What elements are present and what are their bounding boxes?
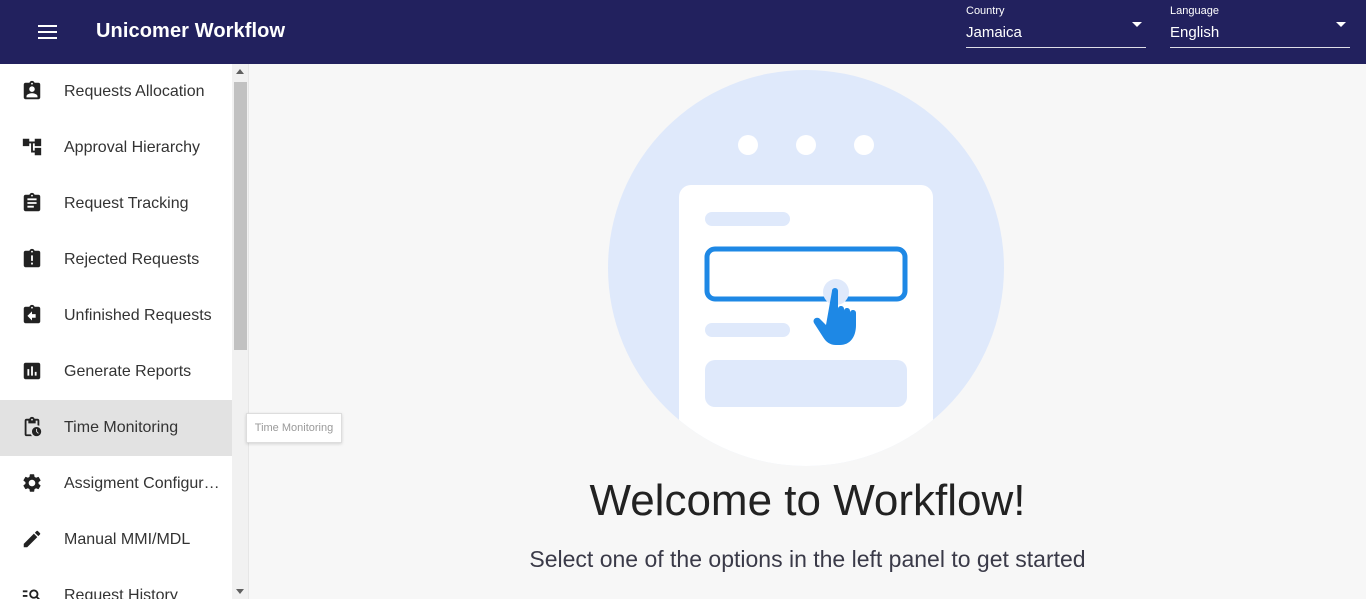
main-content: Welcome to Workflow! Select one of the o… [249,64,1366,599]
sidebar: Requests Allocation Approval Hierarchy R… [0,64,249,599]
dropdown-arrow-icon [1132,22,1142,27]
sidebar-item-approval-hierarchy[interactable]: Approval Hierarchy [0,120,232,176]
assignment-ind-icon [23,80,41,100]
sidebar-item-generate-reports[interactable]: Generate Reports [0,344,232,400]
sidebar-item-assigment-configuration[interactable]: Assigment Configuration [0,456,232,512]
illustration-input [704,246,908,302]
settings-icon [23,474,41,492]
assessment-icon [23,362,41,380]
app-title: Unicomer Workflow [96,20,286,42]
sidebar-item-request-history[interactable]: Request History [0,568,232,599]
edit-icon [23,530,41,548]
scroll-down-arrow-icon[interactable] [236,589,244,594]
sidebar-scrollbar[interactable] [232,64,248,599]
dropdown-arrow-icon [1336,22,1346,27]
illustration-dot [796,135,816,155]
assignment-late-icon [23,248,41,268]
manage-search-icon [22,589,41,599]
sidebar-item-label: Unfinished Requests [64,307,212,324]
sidebar-item-label: Request History [64,587,178,599]
sidebar-item-label: Approval Hierarchy [64,139,201,156]
sidebar-item-manual-mmi-mdl[interactable]: Manual MMI/MDL [0,512,232,568]
welcome-heading: Welcome to Workflow! [589,476,1026,525]
country-select[interactable]: Country Jamaica [966,0,1146,48]
illustration-dot [738,135,758,155]
assignment-return-icon [23,304,41,324]
scrollbar-thumb[interactable] [234,82,247,350]
sidebar-item-label: Generate Reports [64,363,192,380]
welcome-subtitle: Select one of the options in the left pa… [529,546,1086,572]
app-bar: Unicomer Workflow Country Jamaica Langua… [0,0,1366,64]
sidebar-item-unfinished-requests[interactable]: Unfinished Requests [0,288,232,344]
sidebar-item-label: Rejected Requests [64,251,200,268]
language-label: Language [1170,5,1219,17]
welcome-illustration [608,70,1004,466]
assignment-icon [23,192,41,212]
illustration-dot [854,135,874,155]
account-tree-icon [22,138,42,156]
pending-actions-icon [24,416,42,437]
sidebar-item-label: Requests Allocation [64,83,205,100]
sidebar-item-label: Manual MMI/MDL [64,531,191,548]
country-value: Jamaica [966,24,1022,41]
sidebar-item-requests-allocation[interactable]: Requests Allocation [0,64,232,120]
sidebar-item-request-tracking[interactable]: Request Tracking [0,176,232,232]
nav-list: Requests Allocation Approval Hierarchy R… [0,64,232,599]
sidebar-item-label: Request Tracking [64,195,189,212]
scroll-up-arrow-icon[interactable] [236,69,244,74]
sidebar-item-label: Assigment Configuration [64,475,220,492]
country-label: Country [966,5,1005,17]
language-select[interactable]: Language English [1170,0,1350,48]
menu-icon[interactable] [28,18,68,46]
sidebar-item-label: Time Monitoring [64,419,179,436]
sidebar-item-time-monitoring[interactable]: Time Monitoring [0,400,232,456]
sidebar-item-rejected-requests[interactable]: Rejected Requests [0,232,232,288]
language-value: English [1170,24,1220,41]
